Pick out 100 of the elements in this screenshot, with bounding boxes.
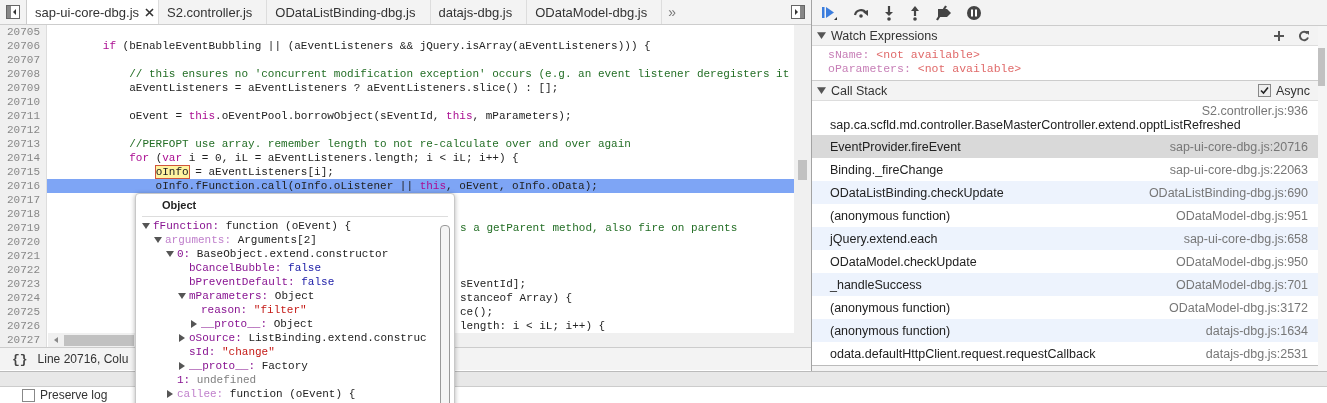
disclosure-triangle-icon[interactable] — [166, 390, 174, 398]
section-title: Call Stack — [831, 83, 888, 98]
frame-location: ODataModel-dbg.js:701 — [1175, 277, 1308, 292]
code-line: stanceof Array) { — [459, 291, 573, 305]
resume-icon[interactable] — [820, 4, 840, 21]
property-entry: sId: "change" — [189, 345, 275, 359]
line-number: 20713 — [0, 137, 47, 151]
frame-location: datajs-dbg.js:1634 — [1205, 323, 1308, 338]
code-line: oInfo = aEventListeners[i]; — [154, 165, 334, 179]
frame-function: EventProvider.fireEvent — [830, 139, 961, 154]
code-line: // this ensures no 'concurrent modification exception' occurs (e.g. an event listener deregisters it — [128, 67, 790, 81]
call-frame[interactable]: ODataListBinding.checkUpdate ODataListBinding-dbg.js:690 — [812, 181, 1318, 204]
line-number: 20706 — [0, 39, 47, 53]
frame-function: (anonymous function) — [830, 208, 951, 223]
code-line: oEvent = this.oEventPool.borrowObject(sEventId, this, mParameters); — [128, 109, 572, 123]
cursor-position: Line 20716, Colu — [37, 352, 129, 366]
frame-location: ODataListBinding-dbg.js:690 — [1148, 185, 1308, 200]
frame-location: ODataModel-dbg.js:951 — [1175, 208, 1308, 223]
file-tab[interactable]: ODataModel-dbg.js — [527, 0, 663, 24]
step-out-icon[interactable] — [908, 4, 922, 21]
file-tab[interactable]: datajs-dbg.js — [430, 0, 528, 24]
more-tabs-button[interactable]: » — [662, 4, 683, 20]
line-number: 20718 — [0, 207, 47, 221]
close-icon[interactable] — [145, 7, 155, 17]
call-frame[interactable]: (anonymous function) datajs-dbg.js:1634 — [812, 319, 1318, 342]
call-frame[interactable]: EventProvider.fireEvent sap-ui-core-dbg.js:20716 — [812, 135, 1318, 158]
line-number: 20707 — [0, 53, 47, 67]
frame-function: jQuery.extend.each — [830, 231, 938, 246]
disclosure-triangle-icon[interactable] — [154, 236, 162, 244]
pretty-print-button[interactable]: {} — [12, 351, 28, 367]
code-line: for (var i = 0, iL = aEventListeners.length; i < iL; i++) { — [128, 151, 519, 165]
file-tab[interactable]: ODataListBinding-dbg.js — [267, 0, 431, 24]
call-frame[interactable]: _handleSuccess ODataModel-dbg.js:701 — [812, 273, 1318, 296]
property-entry: callee: function (oEvent) { — [177, 387, 356, 401]
refresh-icon[interactable] — [1298, 29, 1310, 42]
section-header[interactable]: Call Stack Async — [812, 81, 1318, 101]
property-entry: oSource: ListBinding.extend.construc — [189, 331, 427, 345]
line-number: 20727 — [0, 333, 47, 347]
code-line: oInfo.fFunction.call(oInfo.oListener || this, oEvent, oInfo.oData); — [154, 179, 598, 193]
frame-function: ODataModel.checkUpdate — [830, 254, 977, 269]
async-label: Async — [1275, 83, 1310, 98]
code-line: if (bEnableEventBubbling || (aEventListeners && jQuery.isArray(aEventListeners))) { — [101, 39, 651, 53]
property-entry: arguments: Arguments[2] — [165, 233, 317, 247]
preserve-log-checkbox[interactable] — [22, 388, 35, 402]
disclosure-triangle-icon[interactable] — [142, 222, 150, 230]
frame-function: (anonymous function) — [830, 323, 951, 338]
call-frame[interactable]: jQuery.extend.each sap-ui-core-dbg.js:658 — [812, 227, 1318, 250]
frame-location: S2.controller.js:936 — [1201, 104, 1308, 118]
code-line: sEventId]; — [459, 277, 526, 291]
line-number: 20712 — [0, 123, 47, 137]
pause-icon[interactable] — [966, 4, 982, 21]
line-number: 20708 — [0, 67, 47, 81]
breakpoint-slash-icon[interactable] — [934, 4, 954, 21]
property-entry: fFunction: function (oEvent) { — [153, 219, 352, 233]
disclosure-triangle-icon[interactable] — [178, 334, 186, 342]
plus-icon[interactable] — [1273, 29, 1285, 42]
preserve-log-label: Preserve log — [40, 388, 108, 402]
frame-function: ODataListBinding.checkUpdate — [830, 185, 1004, 200]
line-number: 20723 — [0, 277, 47, 291]
frame-location: ODataModel-dbg.js:3172 — [1169, 300, 1308, 315]
property-entry: mParameters: Object — [189, 289, 315, 303]
vertical-scrollbar[interactable] — [794, 25, 811, 347]
frame-function: (anonymous function) — [830, 300, 951, 315]
frame-function: odata.defaultHttpClient.request.requestCallback — [830, 346, 1096, 361]
property-entry: __proto__: Factory — [189, 359, 308, 373]
disclosure-triangle-icon[interactable] — [817, 31, 826, 40]
line-number: 20715 — [0, 165, 47, 179]
line-number: 20725 — [0, 305, 47, 319]
file-tab[interactable]: sap-ui-core-dbg.js — [26, 0, 160, 24]
property-entry: 0: BaseObject.extend.constructor — [177, 247, 389, 261]
property-entry: bCancelBubble: false — [189, 261, 322, 275]
async-checkbox[interactable] — [1257, 84, 1271, 97]
code-line: ce(); — [459, 305, 493, 319]
line-number: 20721 — [0, 249, 47, 263]
frame-function: Binding._fireChange — [830, 162, 944, 177]
disclosure-triangle-icon[interactable] — [178, 362, 186, 370]
sidebar-toggle-icon[interactable] — [791, 5, 805, 19]
frame-location: datajs-dbg.js:2531 — [1205, 346, 1308, 361]
line-number: 20722 — [0, 263, 47, 277]
frame-location: sap-ui-core-dbg.js:22063 — [1169, 162, 1308, 177]
line-number: 20726 — [0, 319, 47, 333]
code-line: //PERFOPT use array. remember length to not re-calculate over and over again — [128, 137, 631, 151]
line-number: 20716 — [0, 179, 47, 193]
line-number: 20709 — [0, 81, 47, 95]
disclosure-triangle-icon[interactable] — [817, 86, 826, 95]
watch-entry: oParameters: <not available> — [828, 62, 1022, 76]
frame-location: sap-ui-core-dbg.js:658 — [1183, 231, 1308, 246]
frame-function: sap.ca.scfld.md.controller.BaseMasterController.extend.opptListRefreshed — [830, 118, 1242, 132]
watch-entry: sName: <not available> — [828, 48, 980, 62]
code-line: length: i < iL; i++) { — [459, 319, 606, 333]
sidebar-toggle-icon[interactable] — [6, 5, 20, 19]
frame-location: ODataModel-dbg.js:950 — [1175, 254, 1308, 269]
disclosure-triangle-icon[interactable] — [178, 292, 186, 300]
section-title: Watch Expressions — [831, 28, 938, 43]
disclosure-triangle-icon[interactable] — [190, 320, 198, 328]
line-number: 20724 — [0, 291, 47, 305]
left-arrow-icon[interactable] — [52, 336, 60, 344]
file-tab[interactable]: S2.controller.js — [159, 0, 268, 24]
code-line: aEventListeners = aEventListeners ? aEventListeners.slice() : []; — [128, 81, 559, 95]
disclosure-triangle-icon[interactable] — [166, 250, 174, 258]
